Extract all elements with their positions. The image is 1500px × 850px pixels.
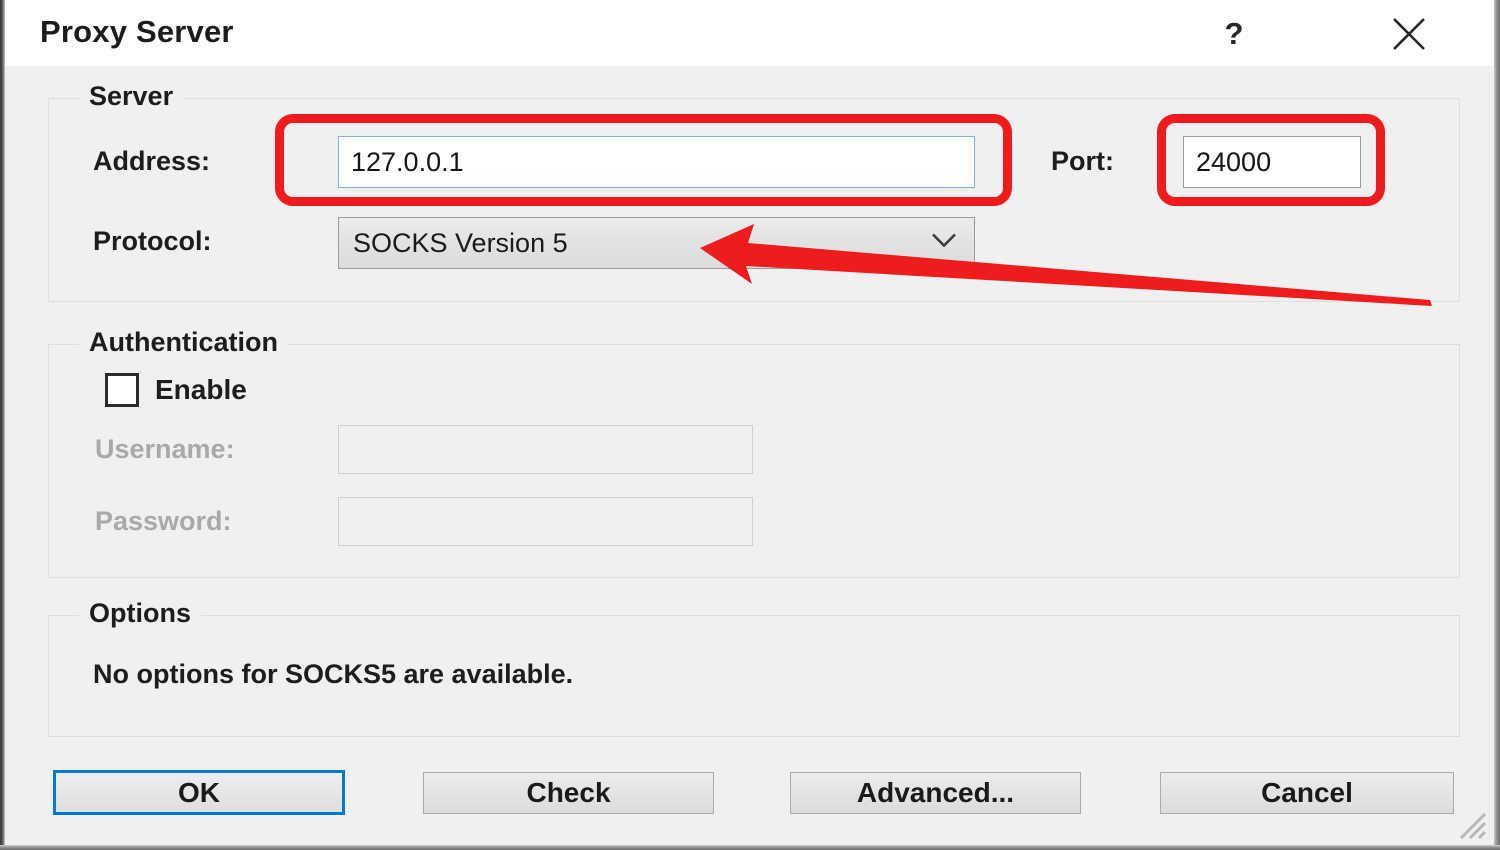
- advanced-button[interactable]: Advanced...: [790, 772, 1081, 814]
- protocol-combobox-value: SOCKS Version 5: [353, 227, 568, 258]
- server-group: Server: [48, 81, 1460, 302]
- username-input[interactable]: [338, 425, 753, 474]
- port-input[interactable]: [1183, 136, 1361, 188]
- address-input[interactable]: [338, 136, 975, 188]
- chevron-down-icon: [930, 232, 958, 255]
- protocol-combobox[interactable]: SOCKS Version 5: [338, 217, 975, 269]
- options-group-legend: Options: [79, 598, 201, 629]
- cancel-button[interactable]: Cancel: [1160, 772, 1454, 814]
- authentication-group: Authentication: [48, 327, 1460, 578]
- window-border-right: [1494, 0, 1500, 850]
- resize-grip[interactable]: [1452, 805, 1487, 840]
- check-button[interactable]: Check: [423, 772, 714, 814]
- authentication-group-legend: Authentication: [79, 327, 288, 358]
- username-label: Username:: [95, 434, 235, 464]
- address-label: Address:: [93, 146, 211, 176]
- options-message: No options for SOCKS5 are available.: [93, 659, 574, 689]
- enable-auth-label: Enable: [155, 374, 247, 405]
- ok-button[interactable]: OK: [53, 770, 345, 815]
- help-button[interactable]: ?: [1195, 5, 1273, 63]
- protocol-label: Protocol:: [93, 226, 212, 256]
- question-mark-icon: ?: [1224, 16, 1244, 51]
- window-title: Proxy Server: [40, 14, 234, 49]
- port-label: Port:: [1051, 146, 1114, 176]
- title-bar[interactable]: Proxy Server ?: [5, 0, 1494, 67]
- enable-auth-checkbox-row[interactable]: Enable: [105, 373, 247, 407]
- window-border-bottom: [0, 845, 1500, 850]
- server-group-legend: Server: [79, 81, 184, 112]
- close-button[interactable]: [1365, 5, 1453, 63]
- close-x-icon: [1393, 18, 1425, 50]
- password-input[interactable]: [338, 497, 753, 546]
- enable-auth-checkbox[interactable]: [105, 373, 139, 407]
- password-label: Password:: [95, 506, 232, 536]
- proxy-server-dialog: Proxy Server ? Server Address: Port: Pro…: [0, 0, 1500, 850]
- dialog-content: Server Address: Port: Protocol: SOCKS Ve…: [5, 66, 1494, 845]
